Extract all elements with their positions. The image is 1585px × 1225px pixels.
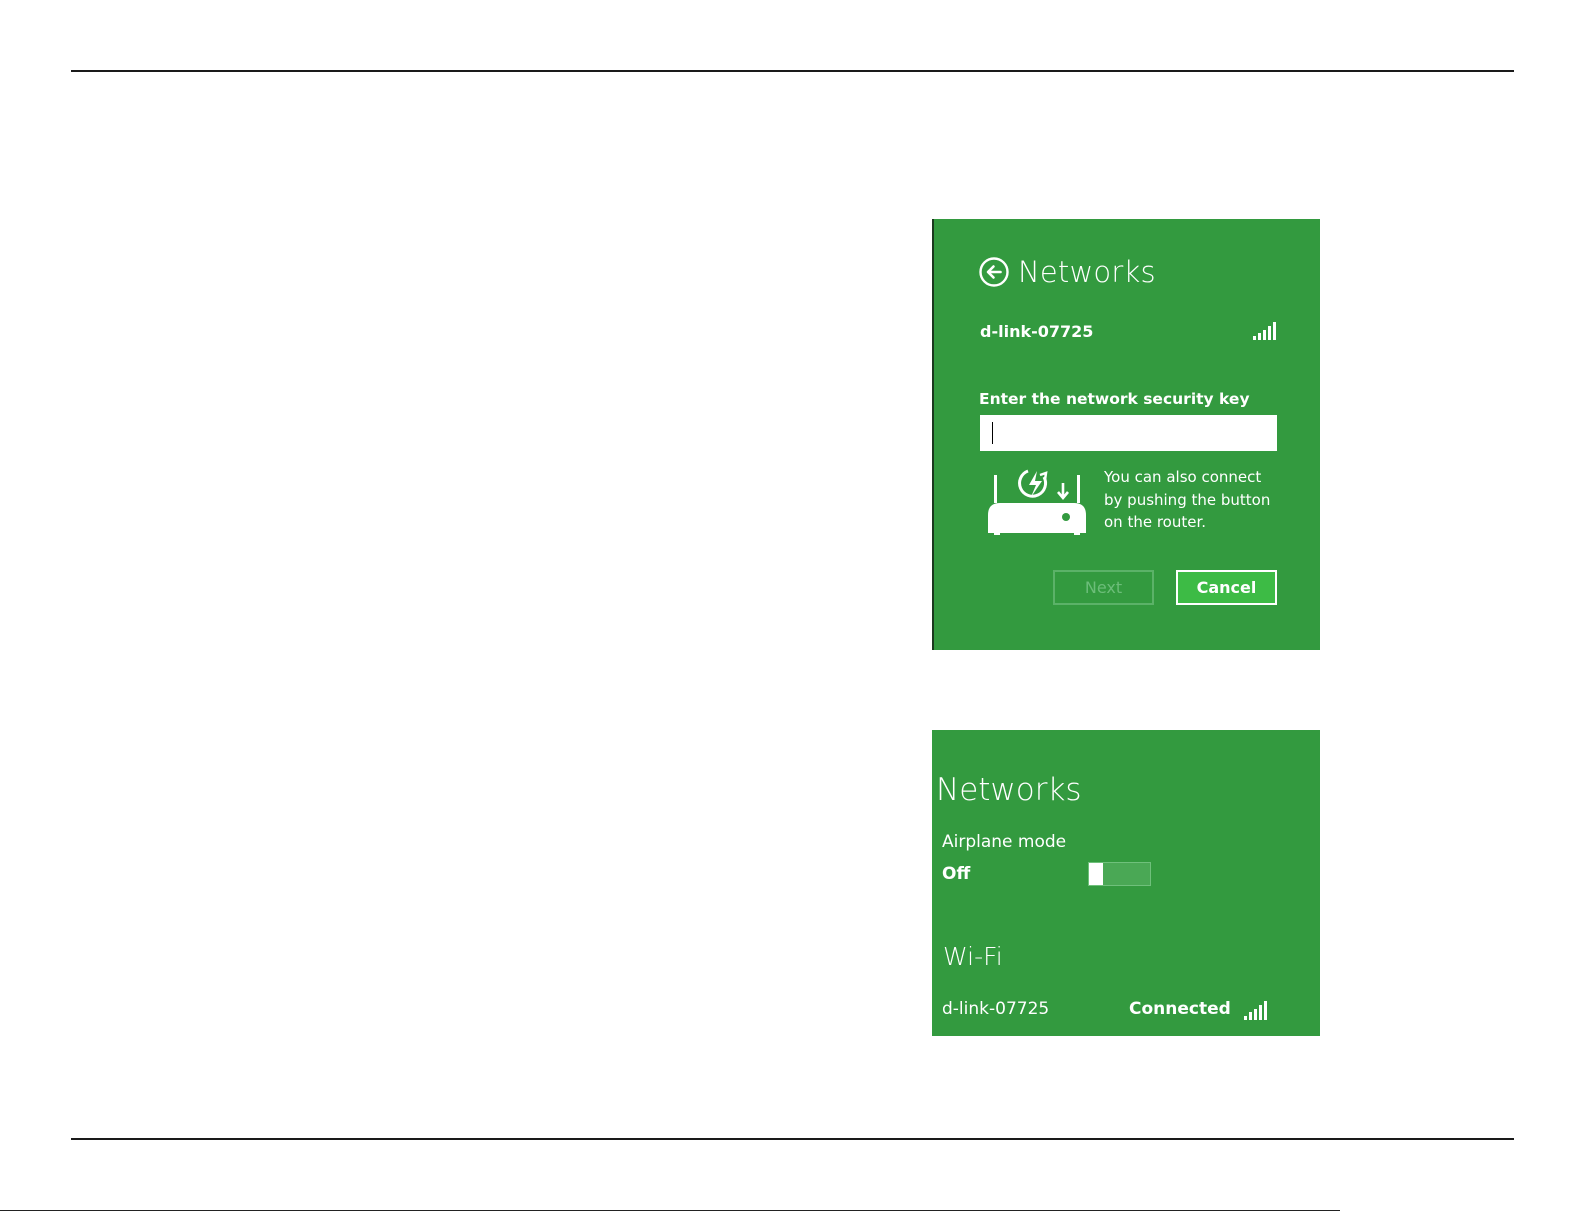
footer-rule: [0, 1210, 1340, 1211]
back-arrow-icon[interactable]: [979, 257, 1009, 287]
security-key-input[interactable]: [980, 415, 1277, 451]
flyout-title: Networks: [936, 772, 1082, 808]
wps-hint: You can also connect by pushing the butt…: [1104, 468, 1271, 531]
router-wps-icon: [988, 469, 1086, 535]
next-button[interactable]: Next: [1053, 570, 1154, 605]
airplane-mode-toggle[interactable]: [1088, 862, 1151, 886]
cancel-button[interactable]: Cancel: [1176, 570, 1277, 605]
wifi-heading: Wi-Fi: [943, 942, 1003, 971]
airplane-mode-label: Airplane mode: [942, 832, 1067, 852]
toggle-thumb[interactable]: [1089, 863, 1103, 885]
network-key-dialog: Networks d-link-07725 Enter the network …: [932, 219, 1320, 650]
bottom-rule: [71, 1138, 1514, 1140]
network-list-item-ssid[interactable]: d-link-07725: [942, 999, 1049, 1019]
network-ssid: d-link-07725: [980, 322, 1094, 341]
airplane-mode-state: Off: [942, 864, 971, 884]
signal-strength-icon: [1244, 1000, 1267, 1020]
top-rule: [71, 70, 1514, 72]
dialog-header: Networks: [979, 255, 1156, 289]
networks-flyout: Networks Airplane mode Off Wi-Fi d-link-…: [932, 730, 1320, 1036]
signal-strength-icon: [1253, 322, 1276, 340]
connection-status: Connected: [1129, 999, 1231, 1019]
security-key-label: Enter the network security key: [979, 390, 1250, 408]
dialog-title: Networks: [1018, 255, 1156, 289]
text-caret: [992, 422, 993, 444]
